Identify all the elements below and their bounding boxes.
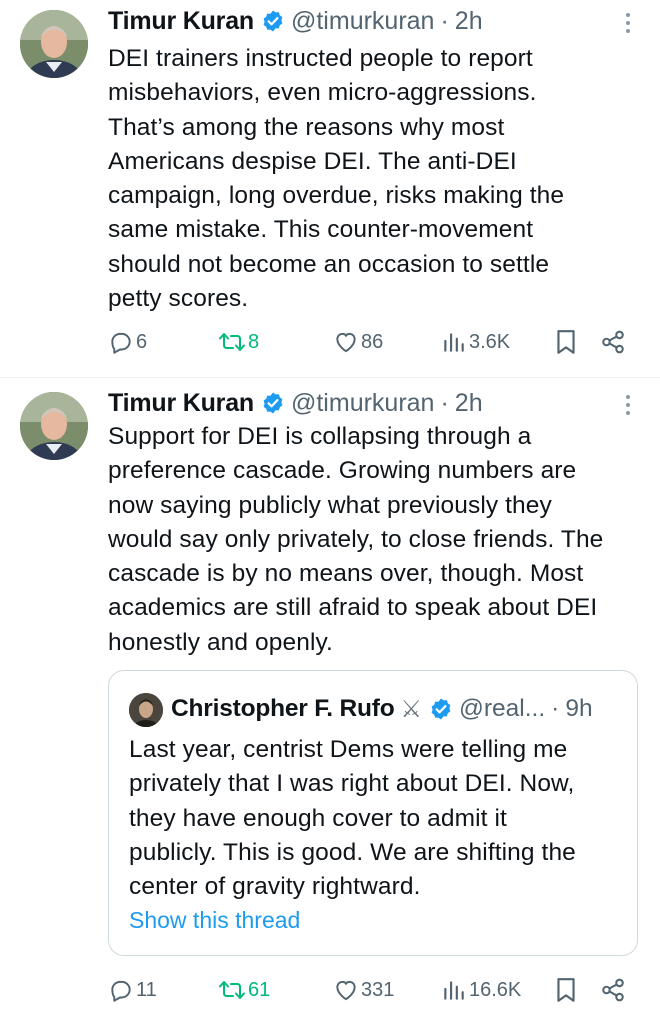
verified-badge-icon	[263, 392, 283, 414]
views-icon	[444, 981, 464, 1000]
avatar[interactable]	[20, 392, 88, 460]
tweet-text-line: should not become an occasion to settle	[108, 250, 550, 278]
tweet-text-line: same mistake. This counter-movement	[108, 216, 534, 244]
repost-icon	[219, 981, 245, 999]
views-icon	[444, 333, 464, 352]
tweet[interactable]: Timur Kuran @timurkuran · 2h DEI trainer…	[0, 0, 660, 378]
share-button[interactable]	[600, 324, 626, 360]
repost-button[interactable]: 61	[218, 972, 270, 1008]
quote-text-line: privately that I was right about DEI. No…	[129, 770, 575, 798]
avatar[interactable]	[20, 10, 88, 78]
quote-header: Christopher F. Rufo ⚔ @real... · 9h	[171, 691, 593, 727]
action-bar: 6 8 86 3.6K	[0, 324, 660, 360]
share-button[interactable]	[600, 972, 626, 1008]
quote-avatar[interactable]	[129, 693, 163, 727]
avatar-photo	[20, 392, 88, 460]
timestamp[interactable]: 2h	[455, 389, 483, 418]
quote-author-name[interactable]: Christopher F. Rufo	[171, 695, 395, 723]
repost-count: 61	[248, 978, 271, 1001]
quoted-tweet[interactable]: Christopher F. Rufo ⚔ @real... · 9h Last…	[108, 670, 638, 956]
repost-button[interactable]: 8	[218, 324, 259, 360]
repost-icon	[219, 333, 245, 351]
quote-text-line: center of gravity rightward.	[129, 873, 421, 901]
like-count: 331	[361, 978, 395, 1001]
tweet-text: DEI trainers instructed people to report…	[108, 42, 648, 316]
more-icon[interactable]	[618, 8, 638, 38]
tweet-header: Timur Kuran @timurkuran · 2h	[108, 386, 483, 420]
author-name[interactable]: Timur Kuran	[108, 7, 254, 36]
tweet-text-line: now saying publicly what previously they	[108, 491, 552, 519]
crossed-swords-icon: ⚔	[400, 695, 423, 723]
tweet-header: Timur Kuran @timurkuran · 2h	[108, 4, 483, 38]
verified-badge-icon	[431, 698, 451, 720]
quote-author-handle[interactable]: @real...	[459, 695, 545, 723]
views-count: 16.6K	[469, 978, 522, 1001]
quote-avatar-photo	[129, 693, 163, 727]
show-thread-link[interactable]: Show this thread	[129, 907, 300, 934]
quote-text-line: publicly. This is good. We are shifting …	[129, 838, 576, 866]
like-button[interactable]: 331	[333, 972, 394, 1008]
reply-icon	[111, 980, 131, 1002]
tweet-text-line: honestly and openly.	[108, 628, 333, 656]
share-icon	[602, 330, 624, 354]
reply-button[interactable]: 6	[108, 324, 147, 360]
tweet-text-line: Americans despise DEI. The anti-DEI	[108, 147, 517, 175]
views-button[interactable]: 16.6K	[441, 972, 521, 1008]
quote-text: Last year, centrist Dems were telling me…	[129, 733, 629, 904]
reply-button[interactable]: 11	[108, 972, 157, 1008]
like-count: 86	[361, 330, 384, 353]
separator-dot: ·	[551, 695, 560, 722]
views-button[interactable]: 3.6K	[441, 324, 510, 360]
repost-count: 8	[248, 330, 260, 353]
bookmark-icon	[557, 330, 575, 354]
tweet-text: Support for DEI is collapsing through a …	[108, 420, 648, 660]
avatar-photo	[20, 10, 88, 78]
tweet-text-line: That’s among the reasons why most	[108, 113, 505, 141]
author-name[interactable]: Timur Kuran	[108, 389, 254, 418]
verified-badge-icon	[263, 10, 283, 32]
author-handle[interactable]: @timurkuran	[291, 389, 434, 418]
author-handle[interactable]: @timurkuran	[291, 7, 434, 36]
more-icon[interactable]	[618, 390, 638, 420]
quote-text-line: they have enough cover to admit it	[129, 804, 507, 832]
reply-count: 6	[136, 330, 148, 353]
tweet-text-line: preference cascade. Growing numbers are	[108, 457, 577, 485]
like-button[interactable]: 86	[333, 324, 383, 360]
tweet-text-line: would say only privately, to close frien…	[108, 525, 604, 553]
quote-text-line: Last year, centrist Dems were telling me	[129, 736, 568, 763]
tweet-text-line: cascade is by no means over, though. Mos…	[108, 560, 584, 588]
like-icon	[336, 980, 356, 1001]
tweet-text-line: Support for DEI is collapsing through a	[108, 423, 532, 450]
like-icon	[336, 332, 356, 353]
share-icon	[602, 978, 624, 1002]
quote-timestamp[interactable]: 9h	[565, 695, 592, 723]
separator-dot: ·	[440, 388, 449, 417]
tweet[interactable]: Timur Kuran @timurkuran · 2h Support for…	[0, 378, 660, 1024]
timestamp[interactable]: 2h	[455, 7, 483, 36]
tweet-text-line: petty scores.	[108, 285, 249, 313]
tweet-text-line: DEI trainers instructed people to report	[108, 45, 533, 72]
separator-dot: ·	[440, 6, 449, 35]
action-bar: 11 61 331 16.6K	[0, 972, 660, 1008]
reply-icon	[111, 332, 131, 354]
bookmark-button[interactable]	[553, 972, 579, 1008]
tweet-text-line: campaign, long overdue, risks making the	[108, 182, 565, 210]
views-count: 3.6K	[469, 330, 511, 353]
reply-count: 11	[136, 978, 157, 1001]
tweet-text-line: misbehaviors, even micro-aggressions.	[108, 79, 537, 107]
bookmark-button[interactable]	[553, 324, 579, 360]
bookmark-icon	[557, 978, 575, 1002]
tweet-text-line: academics are still afraid to speak abou…	[108, 594, 598, 622]
